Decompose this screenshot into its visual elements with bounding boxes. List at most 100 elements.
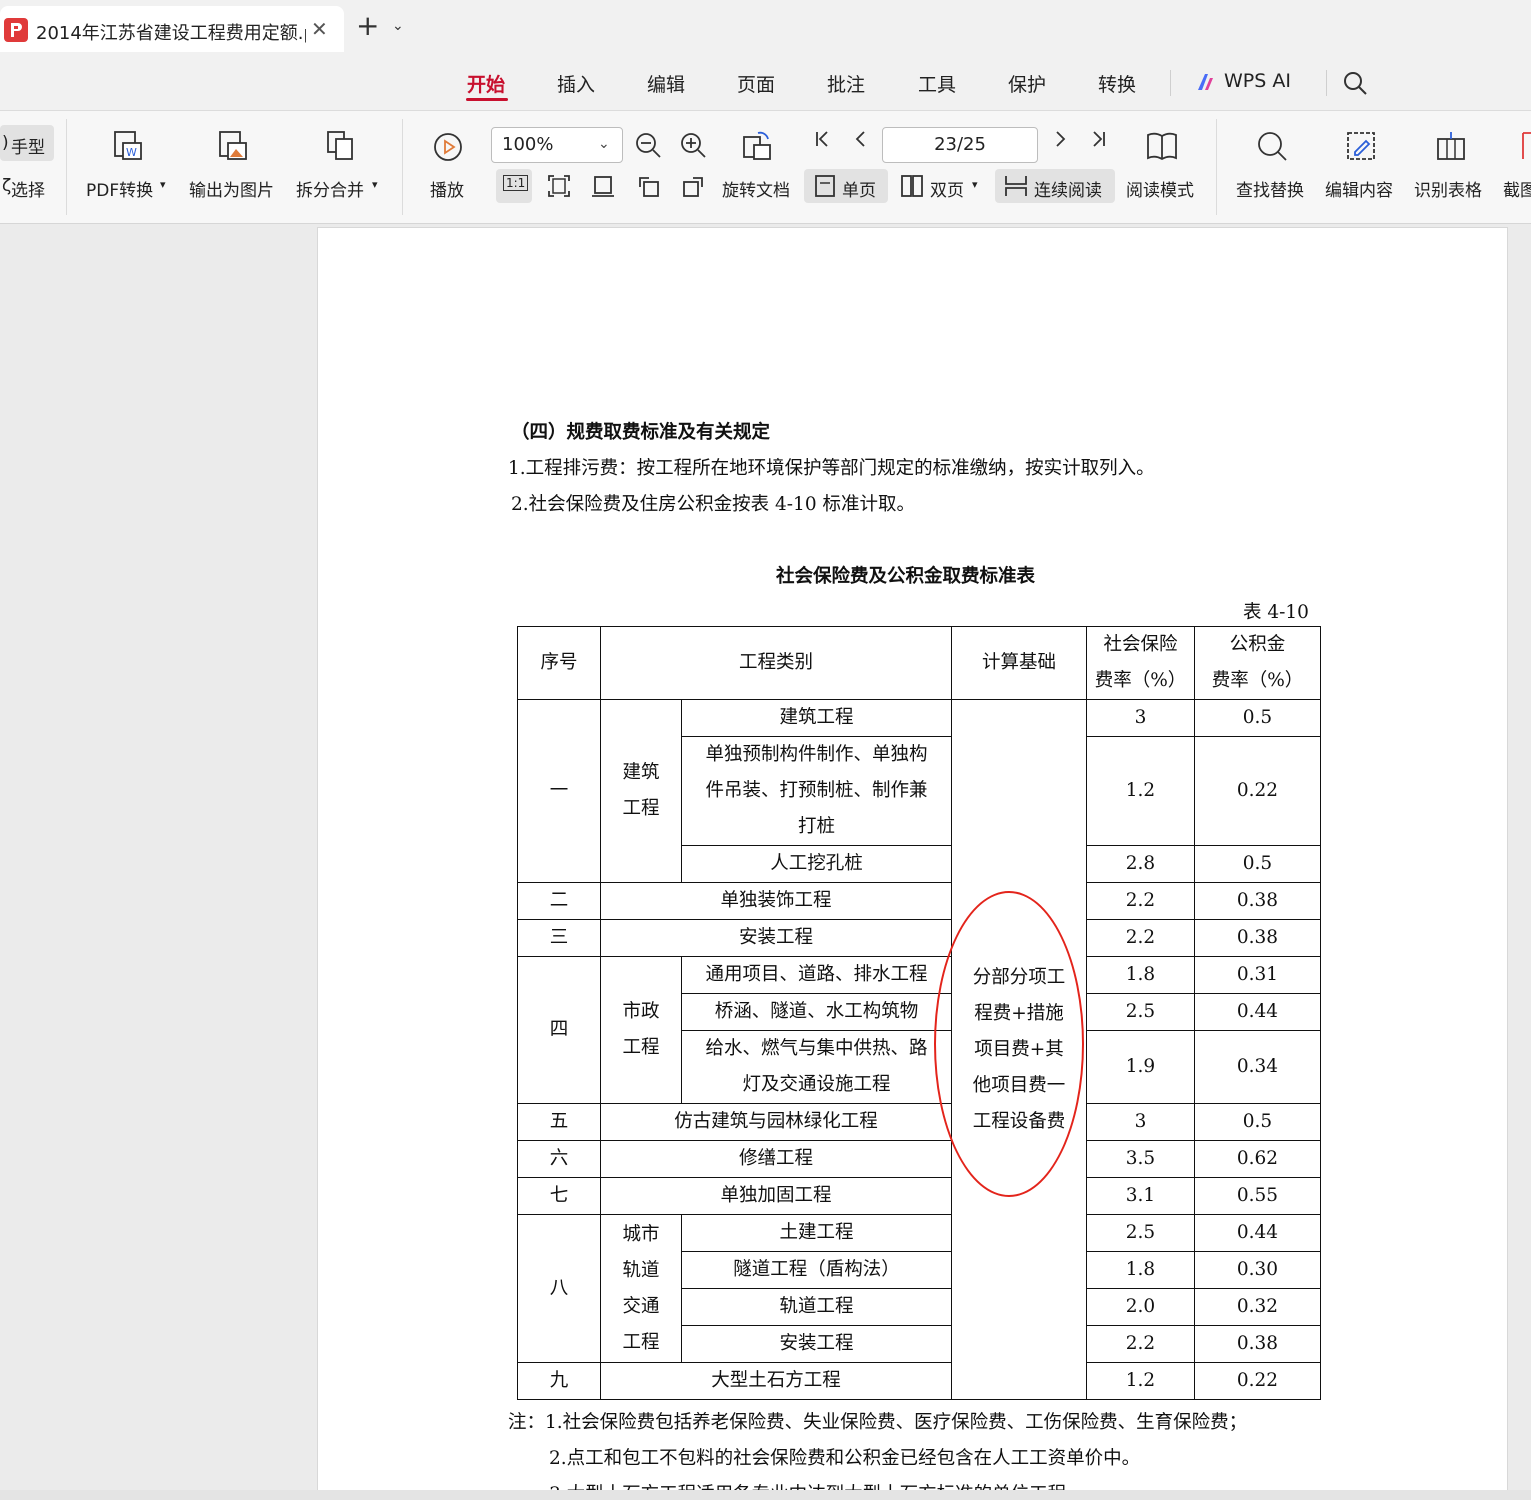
next-page-icon[interactable]	[1048, 127, 1072, 151]
subcategory-cell: 土建工程	[681, 1214, 952, 1252]
tab-wps-ai[interactable]: WPS AI	[1224, 70, 1291, 92]
chevron-down-icon[interactable]: ▾	[372, 178, 378, 191]
social-rate-cell: 2.2	[1086, 1325, 1195, 1363]
recognize-table-icon	[1437, 132, 1465, 160]
fit-width-icon[interactable]	[590, 173, 616, 199]
header-fund-line: 费率（%）	[1211, 670, 1304, 691]
fund-rate-cell: 0.62	[1194, 1140, 1321, 1178]
group-name-line: 工程	[622, 798, 660, 819]
ribbon-divider	[402, 119, 403, 215]
tab-page[interactable]: 页面	[737, 70, 775, 97]
table-row: 五 仿古建筑与园林绿化工程 3 0.5	[517, 1103, 1321, 1141]
chevron-down-icon[interactable]: ⌄	[392, 18, 404, 34]
new-tab-icon[interactable]: +	[356, 12, 379, 40]
group-name-line: 工程	[622, 1331, 660, 1353]
tab-protect[interactable]: 保护	[1008, 70, 1046, 97]
tab-tools[interactable]: 工具	[918, 70, 956, 97]
social-rate-cell: 2.0	[1086, 1288, 1195, 1326]
fund-rate-cell: 0.22	[1194, 736, 1321, 846]
subcategory-cell: 给水、燃气与集中供热、路 灯及交通设施工程	[681, 1030, 952, 1104]
social-rate-cell: 1.2	[1086, 736, 1195, 846]
social-rate-cell: 2.2	[1086, 882, 1195, 920]
tab-start[interactable]: 开始	[467, 70, 505, 97]
subcategory-cell: 通用项目、道路、排水工程	[681, 956, 952, 994]
page-indicator: 23/25	[934, 134, 986, 155]
recognize-table-button[interactable]: 识别表格	[1414, 176, 1482, 201]
reading-mode-icon	[1147, 132, 1177, 161]
table-header-row: 序号 工程类别 计算基础 社会保险 费率（%） 公积金 费率（%）	[517, 626, 1321, 700]
tab-edit[interactable]: 编辑	[647, 70, 685, 97]
social-rate-cell: 2.5	[1086, 993, 1195, 1031]
base-line: 程费+措施	[974, 1002, 1064, 1024]
chevron-down-icon[interactable]: ▾	[972, 178, 978, 191]
first-page-icon[interactable]	[811, 127, 835, 151]
previous-page-icon[interactable]	[849, 127, 873, 151]
subcategory-cell: 人工挖孔桩	[681, 845, 952, 883]
menu-bar: 开始 插入 编辑 页面 批注 工具 保护 转换 WPS AI	[0, 60, 1531, 111]
zoom-select[interactable]: 100% ⌄	[491, 127, 623, 163]
tab-insert[interactable]: 插入	[557, 70, 595, 97]
last-page-icon[interactable]	[1086, 127, 1110, 151]
subcategory-line: 给水、燃气与集中供热、路	[705, 1038, 928, 1059]
subcategory-cell: 单独预制构件制作、单独构 件吊装、打预制桩、制作兼 打桩	[681, 736, 952, 846]
social-rate-cell: 1.8	[1086, 1251, 1195, 1289]
tab-annotate[interactable]: 批注	[827, 70, 865, 97]
ribbon-divider	[1216, 119, 1217, 215]
fund-rate-cell: 0.22	[1194, 1362, 1321, 1400]
table-row: 一 建筑 工程 建筑工程 分部分项工 程费+措施 项目费+其 他项目费一 工程设备…	[517, 699, 1321, 1400]
reading-mode-button[interactable]: 阅读模式	[1126, 176, 1194, 201]
export-image-icon	[219, 131, 247, 160]
social-rate-cell: 1.8	[1086, 956, 1195, 994]
social-rate-cell: 3	[1086, 1103, 1195, 1141]
group-name-line: 城市	[622, 1223, 660, 1245]
group-name-line: 交通	[622, 1295, 660, 1317]
select-tool-label[interactable]: 选择	[11, 176, 45, 201]
rotate-document-button[interactable]: 旋转文档	[722, 176, 790, 201]
zoom-value: 100%	[502, 134, 554, 155]
table-number: 表 4-10	[1243, 602, 1309, 623]
split-merge-button[interactable]: 拆分合并	[296, 176, 364, 201]
subcategory-cell: 轨道工程	[681, 1288, 952, 1326]
seq-cell: 一	[517, 699, 601, 883]
document-viewport[interactable]: （四）规费取费标准及有关规定 1.工程排污费：按工程所在地环境保护等部门规定的标…	[0, 224, 1531, 1500]
base-line: 分部分项工	[972, 966, 1066, 988]
rotate-left-icon[interactable]	[636, 173, 662, 199]
document-tab[interactable]: 2014年江苏省建设工程费用定额.pdf ✕	[0, 6, 344, 52]
menu-divider	[1170, 70, 1171, 96]
seq-cell: 八	[517, 1214, 601, 1363]
zoom-out-icon[interactable]	[634, 131, 662, 159]
header-fund-rate: 公积金 费率（%）	[1194, 626, 1321, 700]
zoom-in-icon[interactable]	[679, 131, 707, 159]
subcategory-cell: 建筑工程	[681, 699, 952, 737]
export-image-button[interactable]: 输出为图片	[189, 176, 274, 201]
document-tab-title: 2014年江苏省建设工程费用定额.pdf	[36, 23, 306, 44]
paragraph: 2.社会保险费及住房公积金按表 4-10 标准计取。	[511, 494, 915, 515]
group-name-line: 建筑	[622, 762, 660, 783]
header-social-line: 社会保险	[1103, 634, 1178, 655]
double-page-button[interactable]: 双页	[930, 176, 964, 201]
horizontal-scrollbar[interactable]	[0, 1490, 1531, 1500]
wps-ai-icon	[1198, 74, 1213, 90]
play-button[interactable]: 播放	[430, 176, 464, 201]
table-note: 注：1.社会保险费包括养老保险费、失业保险费、医疗保险费、工伤保险费、生育保险费…	[508, 1412, 1248, 1433]
chevron-down-icon[interactable]: ▾	[160, 178, 166, 191]
base-line: 项目费+其	[974, 1038, 1064, 1060]
pdf-convert-button[interactable]: PDF转换	[86, 176, 153, 201]
search-icon[interactable]	[1342, 70, 1368, 96]
double-page-icon	[901, 175, 923, 197]
header-base: 计算基础	[951, 626, 1087, 700]
close-tab-icon[interactable]: ✕	[311, 17, 328, 41]
table-row: 二 单独装饰工程 2.2 0.38	[517, 882, 1321, 920]
page-number-input[interactable]: 23/25	[882, 127, 1038, 163]
edit-content-button[interactable]: 编辑内容	[1325, 176, 1393, 201]
fit-page-icon[interactable]	[546, 173, 572, 199]
calculation-base-cell: 分部分项工 程费+措施 项目费+其 他项目费一 工程设备费	[951, 699, 1087, 1400]
find-replace-button[interactable]: 查找替换	[1236, 176, 1304, 201]
header-category: 工程类别	[600, 626, 952, 700]
screenshot-button[interactable]: 截图	[1503, 176, 1531, 201]
fund-rate-cell: 0.30	[1194, 1251, 1321, 1289]
tab-convert[interactable]: 转换	[1098, 70, 1136, 97]
rotate-right-icon[interactable]	[680, 173, 706, 199]
social-rate-cell: 3.5	[1086, 1140, 1195, 1178]
social-rate-cell: 3.1	[1086, 1177, 1195, 1215]
